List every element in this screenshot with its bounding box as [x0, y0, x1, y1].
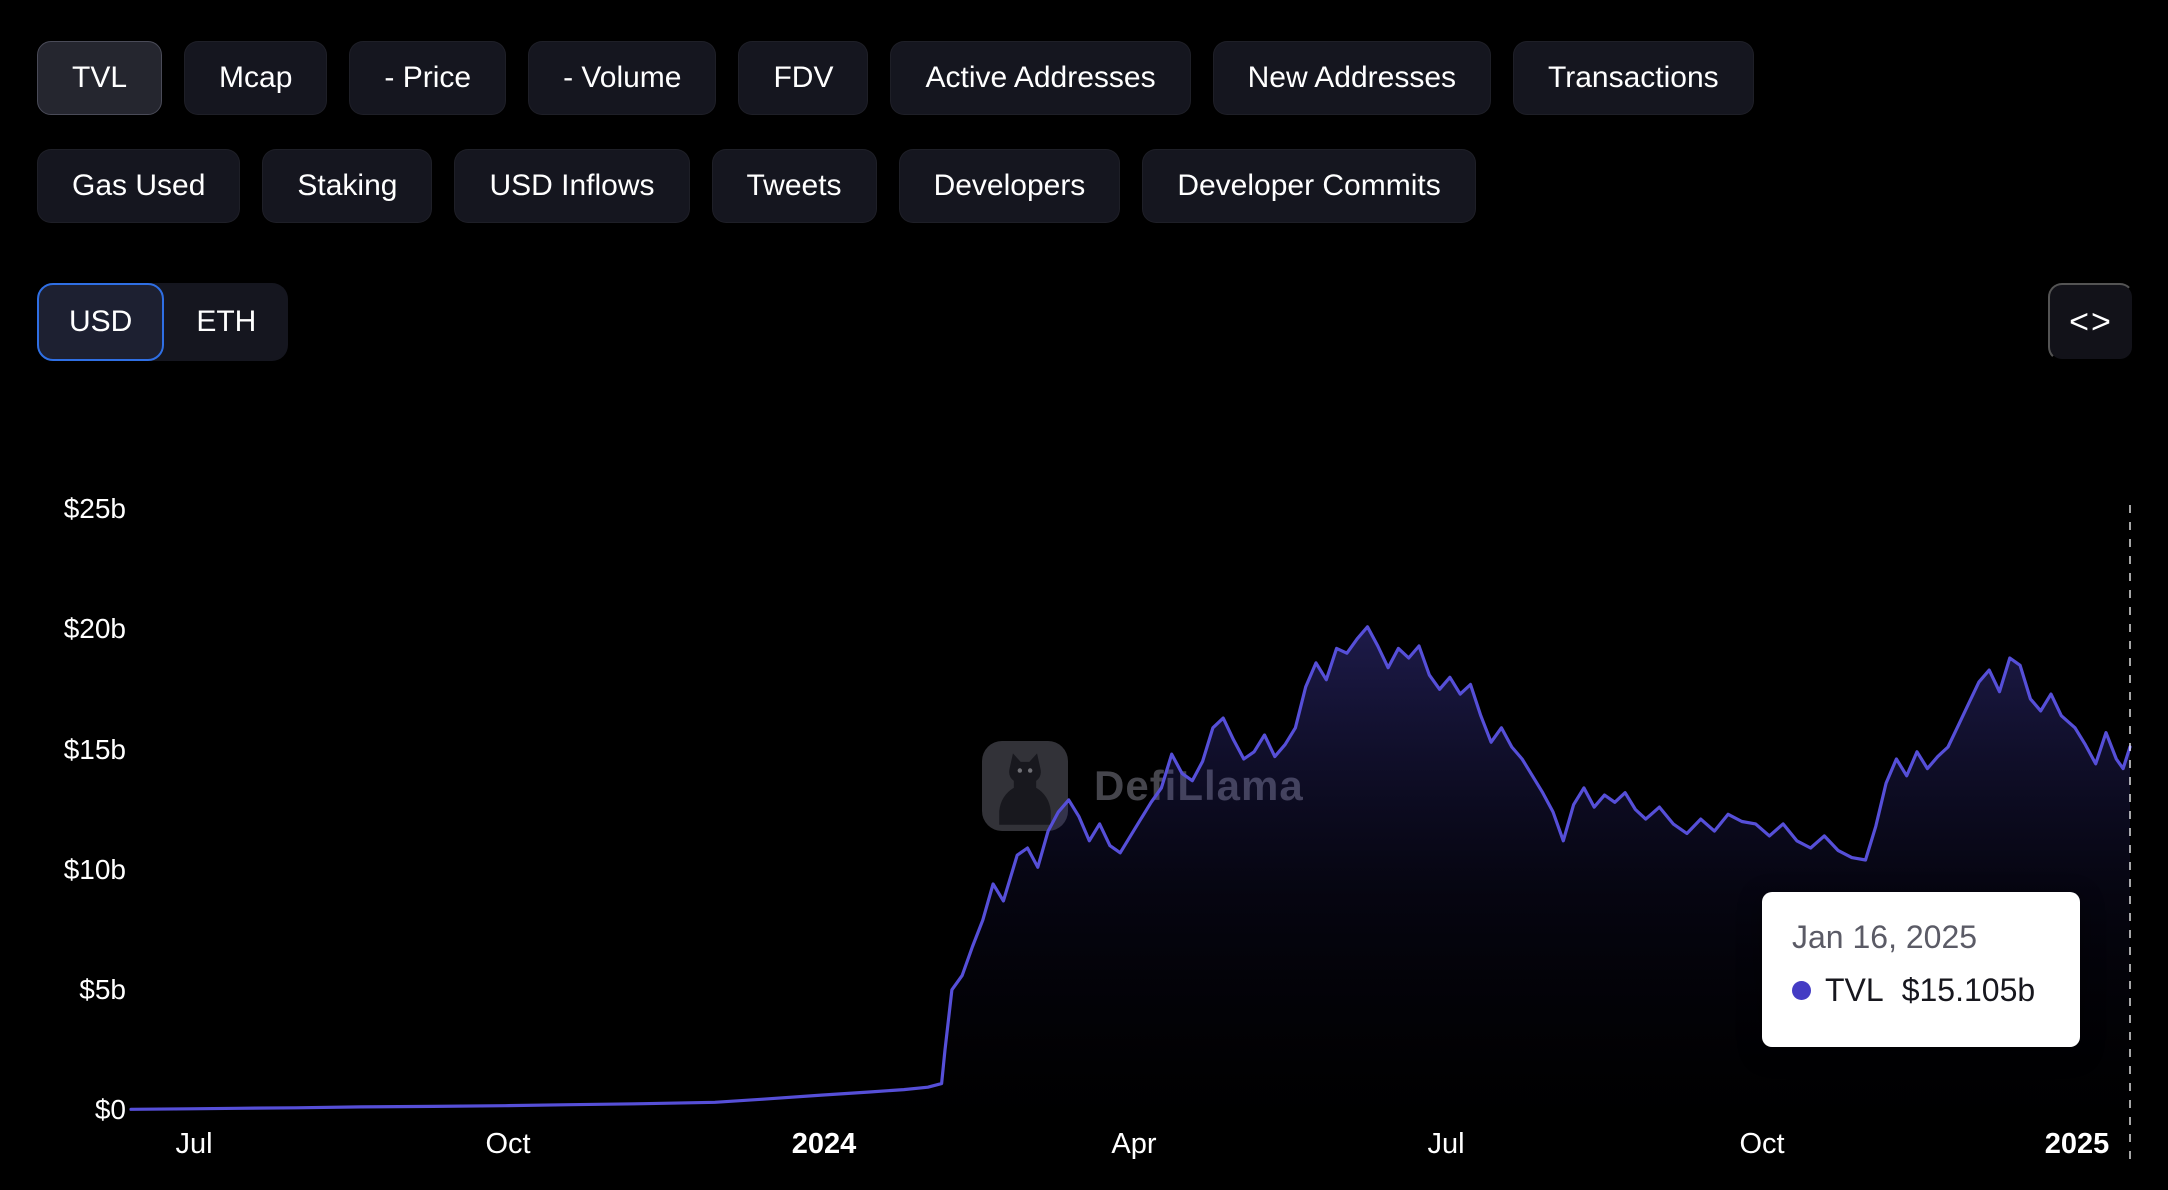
series-marker-icon [1792, 981, 1811, 1000]
tooltip-value: $15.105b [1901, 972, 2036, 1008]
chart-tooltip: Jan 16, 2025 TVL $15.105b [1762, 892, 2080, 1047]
tooltip-series-label: TVL [1825, 972, 1884, 1008]
tooltip-date: Jan 16, 2025 [1792, 919, 1978, 955]
